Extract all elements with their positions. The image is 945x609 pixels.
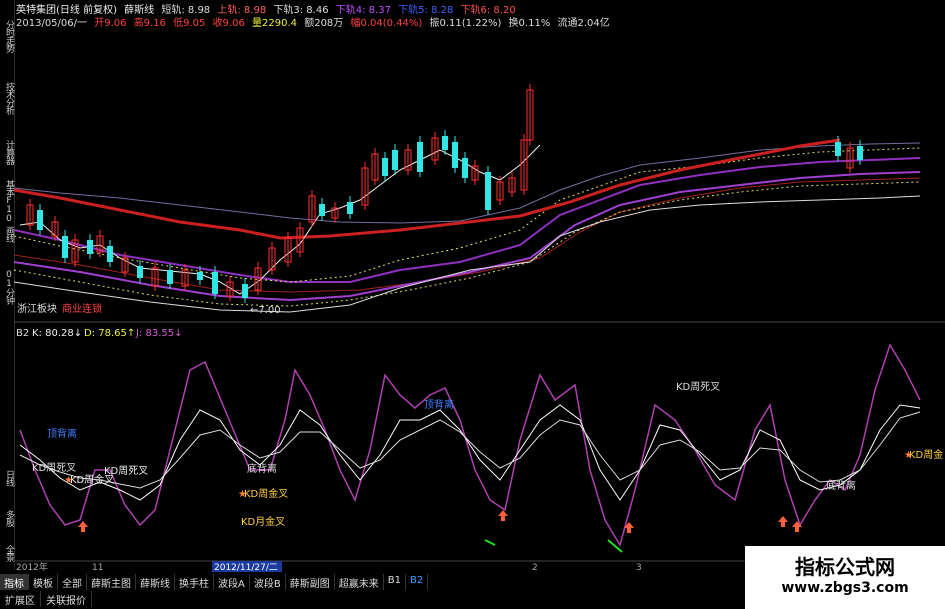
buy-signal-arrows (78, 510, 802, 533)
axis-month-3: 3 (636, 563, 642, 573)
tab-indicator[interactable]: 指标 (0, 574, 29, 590)
candle-body (442, 136, 448, 150)
candle-body (462, 158, 468, 178)
midline-red (13, 138, 841, 240)
candle-body (382, 158, 388, 176)
k-value: K: 80.28↓ (32, 328, 82, 339)
up-arrow-icon (792, 521, 802, 532)
axis-month-2: 2 (532, 563, 538, 573)
j-value: J: 83.55↓ (135, 328, 183, 339)
candle-body (242, 284, 248, 298)
candle-body (37, 210, 43, 230)
tab-b1[interactable]: B1 (384, 574, 406, 590)
tab-turnover[interactable]: 换手柱 (175, 574, 214, 590)
candle-body (197, 272, 203, 280)
candle-body (392, 150, 398, 170)
indicator-panel: B2 K: 80.28↓ D: 78.65↑ J: 83.55↓ 顶背离 顶背离… (16, 328, 943, 553)
candlestick-series (26, 84, 863, 303)
candle-body (87, 240, 93, 254)
candle-body (417, 142, 423, 172)
annotation-kd-golden: KD周金 (909, 448, 943, 461)
j-oversold-segment (484, 539, 496, 546)
bottom-bar: 扩展区 关联报价 (0, 591, 92, 607)
candle-body (857, 146, 863, 160)
tab-wave-a[interactable]: 波段A (214, 574, 250, 590)
axis-month-11: 11 (92, 563, 103, 573)
candle-body (212, 272, 218, 294)
annotation-top-divergence: 顶背离 (424, 398, 454, 411)
candle-body (137, 266, 143, 278)
star-icon: ★ (64, 475, 73, 486)
upper-band-line (13, 142, 921, 224)
star-icon: ★ (238, 489, 247, 500)
up-arrow-icon (778, 516, 788, 527)
candle-body (107, 246, 113, 262)
d-value: D: 78.65↑ (84, 328, 135, 339)
axis-date-label: 2012/11/27/二 (214, 563, 278, 573)
candle-body (485, 172, 491, 210)
tab-wave-b[interactable]: 波段B (250, 574, 286, 590)
star-icon: ★ (904, 450, 913, 461)
tab-template[interactable]: 模板 (29, 574, 58, 590)
lower-band-purple (13, 171, 921, 302)
tab-xs-line[interactable]: 薛斯线 (136, 574, 175, 590)
indicator-title: B2 (16, 328, 29, 339)
price-panel: ←7.00 浙江板块 商业连锁 (13, 84, 945, 323)
chart-canvas: ←7.00 浙江板块 商业连锁 B2 K: 80.28↓ D: 78.65↑ J… (13, 84, 945, 573)
related-quote-button[interactable]: 关联报价 (41, 591, 92, 607)
axis-year: 2012年 (16, 561, 48, 573)
tab-all[interactable]: 全部 (58, 574, 87, 590)
low-price-marker: ←7.00 (250, 305, 281, 316)
annotation-bottom-divergence: 底背离 (826, 479, 856, 492)
lower-band-red (13, 177, 921, 293)
watermark-title: 指标公式网 (795, 555, 895, 579)
annotation-kd-golden: KD周金叉 (244, 487, 288, 500)
lower-band-white (13, 195, 921, 313)
trading-terminal: { "sidebar": ["分时走势","技术分析","计算器","基本F10… (0, 0, 945, 609)
annotation-kd-dead: KD周死叉 (32, 462, 76, 474)
dotted-band-lower (13, 181, 921, 307)
expand-area-button[interactable]: 扩展区 (0, 591, 41, 607)
sector-label[interactable]: 浙江板块 (17, 302, 57, 315)
annotation-kd-golden: KD周金叉 (70, 473, 114, 486)
candle-body (347, 202, 353, 214)
up-arrow-icon (78, 521, 88, 532)
industry-label[interactable]: 商业连锁 (62, 302, 102, 315)
tab-xs-main[interactable]: 薛斯主图 (87, 574, 136, 590)
tab-super-win[interactable]: 超赢未来 (335, 574, 384, 590)
candle-body (835, 142, 841, 156)
annotation-kd-month-golden: KD月金叉 (241, 515, 285, 528)
candle-body (167, 270, 173, 284)
candle-body (319, 204, 325, 216)
watermark: 指标公式网 www.zbgs3.com (745, 546, 945, 609)
tab-b2[interactable]: B2 (406, 574, 429, 590)
annotation-kd-dead: KD周死叉 (676, 381, 720, 393)
watermark-url: www.zbgs3.com (781, 580, 909, 596)
annotation-bottom-divergence: 底背离 (247, 462, 277, 475)
candle-body (62, 236, 68, 258)
up-arrow-icon (498, 510, 508, 521)
tab-xs-sub[interactable]: 薛斯副图 (286, 574, 335, 590)
annotation-top-divergence: 顶背离 (47, 427, 77, 440)
signal-stars: ★ ★ ★ (64, 450, 913, 500)
candle-body (452, 142, 458, 168)
